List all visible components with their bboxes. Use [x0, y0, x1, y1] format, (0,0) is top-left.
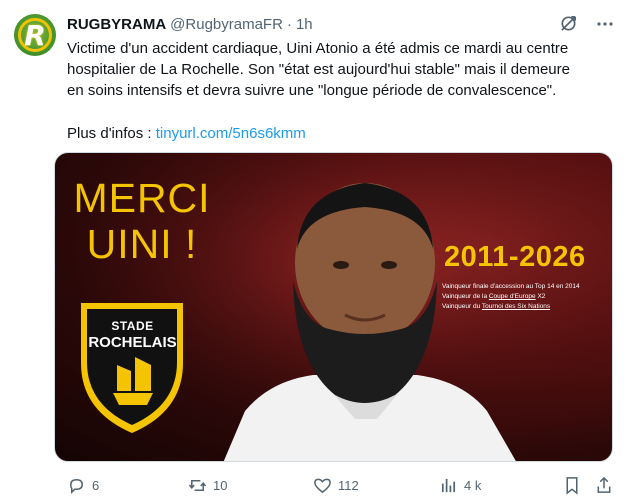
reply-button[interactable]: 6: [67, 476, 99, 495]
merci-line: MERCI: [73, 175, 211, 221]
repost-button[interactable]: 10: [188, 476, 227, 495]
tweet-time[interactable]: 1h: [296, 16, 313, 33]
badge-text: STADE ROCHELAIS: [86, 319, 179, 352]
tweet-text-line: en soins intensifs et devra suivre une "…: [67, 82, 557, 99]
tweet-text: Victime d'un accident cardiaque, Uini At…: [67, 38, 613, 101]
tweet-link[interactable]: tinyurl.com/5n6s6kmm: [156, 125, 306, 142]
avatar[interactable]: R: [14, 14, 56, 56]
honor-item: Vainqueur du Tournoi des Six Nations: [442, 303, 551, 310]
badge-line: ROCHELAIS: [88, 334, 177, 351]
top-right-icons: [559, 14, 614, 33]
like-icon: [314, 478, 331, 494]
tweet-text-line: Victime d'un accident cardiaque, Uini At…: [67, 40, 569, 57]
reply-icon: [70, 479, 83, 494]
tweet-header: RUGBYRAMA @RugbyramaFR · 1h: [67, 14, 313, 34]
merci-headline: MERCI UINI !: [68, 175, 216, 267]
more-icon[interactable]: [596, 15, 614, 33]
reply-count: 6: [92, 478, 100, 493]
avatar-logo-letter: R: [24, 18, 46, 52]
honor-item: Vainqueur finale d'accession au Top 14 e…: [442, 283, 580, 290]
badge-line: STADE: [111, 319, 154, 333]
repost-count: 10: [213, 478, 228, 493]
tweet-text-line: hospitalier de La Rochelle. Son "état es…: [67, 61, 570, 78]
more-info: Plus d'infos : tinyurl.com/5n6s6kmm: [67, 123, 306, 144]
merci-line: UINI !: [86, 221, 198, 267]
bookmark-icon: [566, 477, 578, 495]
share-button[interactable]: [595, 476, 613, 495]
action-bar: 6 10 112 4 k: [67, 476, 613, 498]
share-icon: [597, 476, 611, 493]
more-info-label: Plus d'infos :: [67, 125, 156, 142]
like-count: 112: [338, 478, 359, 493]
views-button[interactable]: 4 k: [439, 476, 481, 495]
like-button[interactable]: 112: [313, 476, 359, 495]
career-years: 2011-2026: [444, 241, 586, 273]
tweet-media-image[interactable]: MERCI UINI ! 2011-2026 Vainqueur finale …: [54, 152, 613, 462]
grok-icon[interactable]: [559, 14, 578, 33]
repost-icon: [188, 479, 207, 492]
bookmark-button[interactable]: [563, 476, 581, 495]
views-count: 4 k: [464, 478, 482, 493]
views-icon: [441, 478, 456, 493]
author-name[interactable]: RUGBYRAMA: [67, 16, 166, 33]
author-handle[interactable]: @RugbyramaFR: [170, 16, 283, 33]
honor-item: Vainqueur de la Coupe d'Europe X2: [442, 293, 546, 300]
honors-list: Vainqueur finale d'accession au Top 14 e…: [442, 282, 580, 312]
separator-dot: ·: [286, 15, 292, 33]
